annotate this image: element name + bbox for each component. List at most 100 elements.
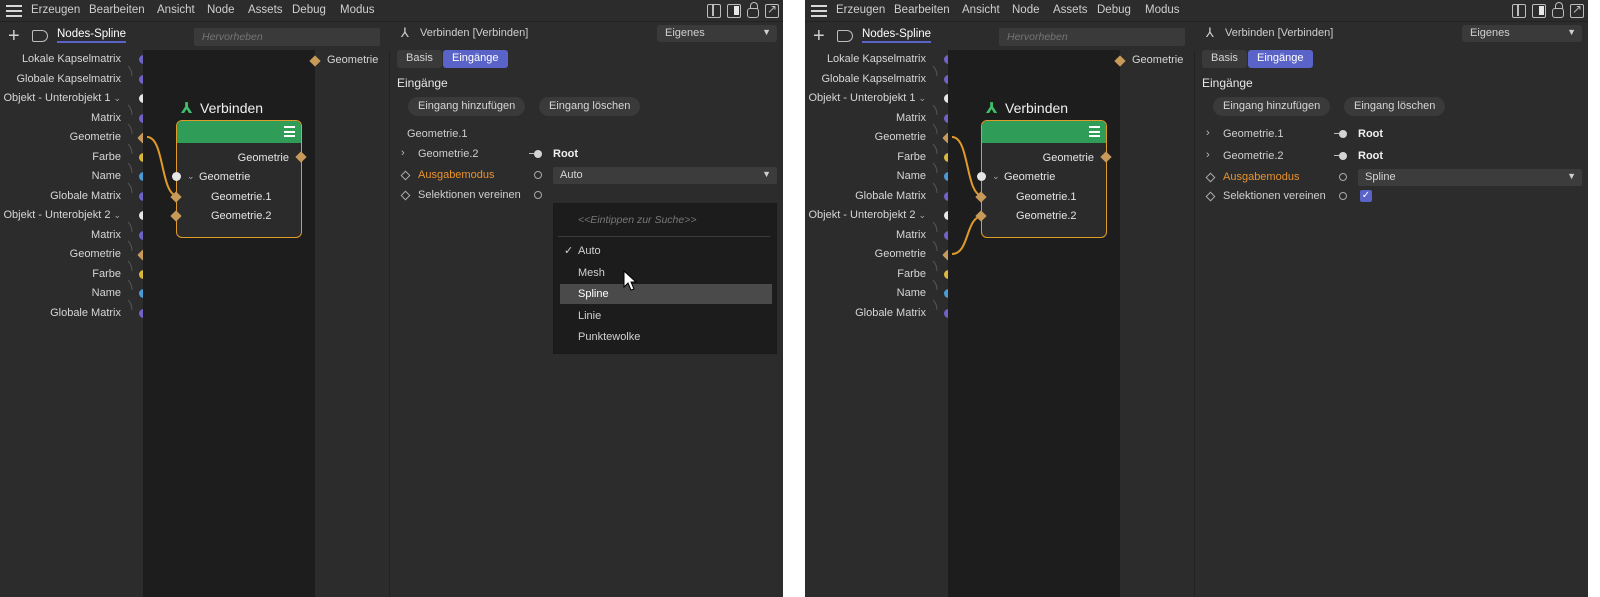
port-circle-icon[interactable]: [534, 191, 542, 199]
chevron-down-icon[interactable]: ⌄: [992, 171, 1000, 182]
port-row[interactable]: Name: [0, 167, 148, 186]
menu-assets[interactable]: Assets: [1053, 4, 1088, 16]
port-row[interactable]: Globale Kapselmatrix: [0, 70, 148, 89]
tag-icon[interactable]: [837, 30, 853, 42]
link-port-icon[interactable]: [529, 149, 543, 159]
port-row[interactable]: Globale Matrix: [0, 304, 148, 323]
ausgabemodus-dropdown[interactable]: Auto ▼: [553, 167, 777, 184]
menu-bearbeiten[interactable]: Bearbeiten: [89, 4, 145, 16]
port-row[interactable]: Globale Matrix: [805, 304, 953, 323]
highlight-search-input[interactable]: [194, 28, 380, 46]
attr-row-geometrie2[interactable]: › Geometrie.2 Root: [390, 146, 783, 164]
selektionen-checkbox[interactable]: ✓: [1360, 190, 1372, 202]
keyframe-diamond-icon[interactable]: [400, 170, 411, 181]
menu-ansicht[interactable]: Ansicht: [962, 4, 1000, 16]
lock-icon[interactable]: [747, 2, 759, 18]
tab-basis[interactable]: Basis: [1202, 50, 1247, 68]
link-port-icon[interactable]: [1334, 151, 1348, 161]
tab-eingaenge[interactable]: Eingänge: [443, 50, 508, 68]
menu-bearbeiten[interactable]: Bearbeiten: [894, 4, 950, 16]
port-row[interactable]: Farbe: [805, 148, 953, 167]
menu-debug[interactable]: Debug: [292, 4, 326, 16]
port-circle-icon[interactable]: [1339, 173, 1347, 181]
popup-search-hint[interactable]: <<Eintippen zur Suche>>: [578, 214, 697, 226]
tab-nodes-spline[interactable]: Nodes-Spline: [57, 28, 127, 43]
ausgabemodus-dropdown[interactable]: Spline ▼: [1358, 169, 1582, 186]
menu-ansicht[interactable]: Ansicht: [157, 4, 195, 16]
node-menu-icon[interactable]: [1089, 126, 1100, 137]
option-spline[interactable]: Spline: [560, 284, 772, 304]
keyframe-diamond-icon[interactable]: [1205, 172, 1216, 183]
port-row[interactable]: Globale Matrix: [805, 187, 953, 206]
option-auto[interactable]: ✓ Auto: [560, 241, 772, 261]
port-row[interactable]: Geometrie: [805, 245, 954, 264]
port-row[interactable]: Matrix: [0, 226, 148, 245]
port-row[interactable]: Farbe: [0, 265, 148, 284]
attr-row-selektionen[interactable]: Selektionen vereinen ✓: [1195, 188, 1588, 206]
node-header[interactable]: [982, 121, 1106, 143]
attr-row-ausgabemodus[interactable]: Ausgabemodus Spline ▼: [1195, 169, 1588, 187]
port-row[interactable]: Farbe: [0, 148, 148, 167]
chevron-right-icon[interactable]: ›: [401, 147, 405, 159]
external-window-icon[interactable]: [1570, 2, 1584, 18]
chevron-down-icon[interactable]: ⌄: [918, 210, 926, 220]
node-group-port[interactable]: [172, 172, 181, 181]
port-row[interactable]: Globale Kapselmatrix: [805, 70, 953, 89]
external-window-icon[interactable]: [765, 2, 779, 18]
tag-icon[interactable]: [32, 30, 48, 42]
port-row[interactable]: Objekt - Unterobjekt 2 ⌄: [0, 206, 148, 225]
attr-row-geometrie1[interactable]: Geometrie.1: [390, 126, 783, 144]
chevron-down-icon[interactable]: ⌄: [113, 210, 121, 220]
delete-input-button[interactable]: Eingang löschen: [1344, 97, 1446, 116]
chevron-down-icon[interactable]: ⌄: [113, 93, 121, 103]
node-header[interactable]: [177, 121, 301, 143]
keyframe-diamond-icon[interactable]: [400, 190, 411, 201]
port-row[interactable]: Name: [0, 284, 148, 303]
layout-split-icon[interactable]: [1512, 4, 1526, 18]
port-circle-icon[interactable]: [1339, 192, 1347, 200]
layout-panel-icon[interactable]: [727, 4, 741, 18]
port-circle-icon[interactable]: [534, 171, 542, 179]
port-row[interactable]: Objekt - Unterobjekt 2 ⌄: [805, 206, 953, 225]
option-linie[interactable]: Linie: [560, 306, 772, 326]
chevron-right-icon[interactable]: ›: [1206, 149, 1210, 161]
add-icon[interactable]: +: [813, 26, 825, 46]
mode-dropdown[interactable]: Eigenes ▼: [657, 25, 777, 42]
chevron-down-icon[interactable]: ⌄: [918, 93, 926, 103]
keyframe-diamond-icon[interactable]: [1205, 191, 1216, 202]
menu-erzeugen[interactable]: Erzeugen: [836, 4, 885, 16]
chevron-down-icon[interactable]: ⌄: [187, 171, 195, 182]
node-group-port[interactable]: [977, 172, 986, 181]
tab-nodes-spline[interactable]: Nodes-Spline: [862, 28, 932, 43]
delete-input-button[interactable]: Eingang löschen: [539, 97, 641, 116]
menu-modus[interactable]: Modus: [340, 4, 375, 16]
hamburger-menu-icon[interactable]: [811, 5, 827, 17]
add-input-button[interactable]: Eingang hinzufügen: [1213, 97, 1331, 116]
port-row[interactable]: Name: [805, 167, 953, 186]
highlight-search-input[interactable]: [999, 28, 1185, 46]
connect-node[interactable]: Geometrie ⌄ Geometrie Geometrie.1 Geomet…: [981, 120, 1107, 238]
layout-panel-icon[interactable]: [1532, 4, 1546, 18]
port-row[interactable]: Lokale Kapselmatrix: [805, 50, 953, 69]
port-row[interactable]: Farbe: [805, 265, 953, 284]
add-icon[interactable]: +: [8, 26, 20, 46]
attr-row-ausgabemodus[interactable]: Ausgabemodus Auto ▼: [390, 167, 783, 185]
tab-eingaenge[interactable]: Eingänge: [1248, 50, 1313, 68]
layout-split-icon[interactable]: [707, 4, 721, 18]
menu-modus[interactable]: Modus: [1145, 4, 1180, 16]
connect-node[interactable]: Geometrie ⌄ Geometrie Geometrie.1 Geomet…: [176, 120, 302, 238]
menu-debug[interactable]: Debug: [1097, 4, 1131, 16]
port-row[interactable]: Geometrie: [0, 128, 149, 147]
port-row[interactable]: Matrix: [805, 109, 953, 128]
port-row[interactable]: Matrix: [805, 226, 953, 245]
port-row[interactable]: Globale Matrix: [0, 187, 148, 206]
port-row[interactable]: Objekt - Unterobjekt 1 ⌄: [0, 89, 148, 108]
port-row[interactable]: Name: [805, 284, 953, 303]
chevron-right-icon[interactable]: ›: [1206, 127, 1210, 139]
hamburger-menu-icon[interactable]: [6, 5, 22, 17]
link-port-icon[interactable]: [1334, 129, 1348, 139]
port-row[interactable]: Geometrie: [805, 128, 954, 147]
port-row[interactable]: Objekt - Unterobjekt 1 ⌄: [805, 89, 953, 108]
menu-assets[interactable]: Assets: [248, 4, 283, 16]
menu-node[interactable]: Node: [1012, 4, 1040, 16]
